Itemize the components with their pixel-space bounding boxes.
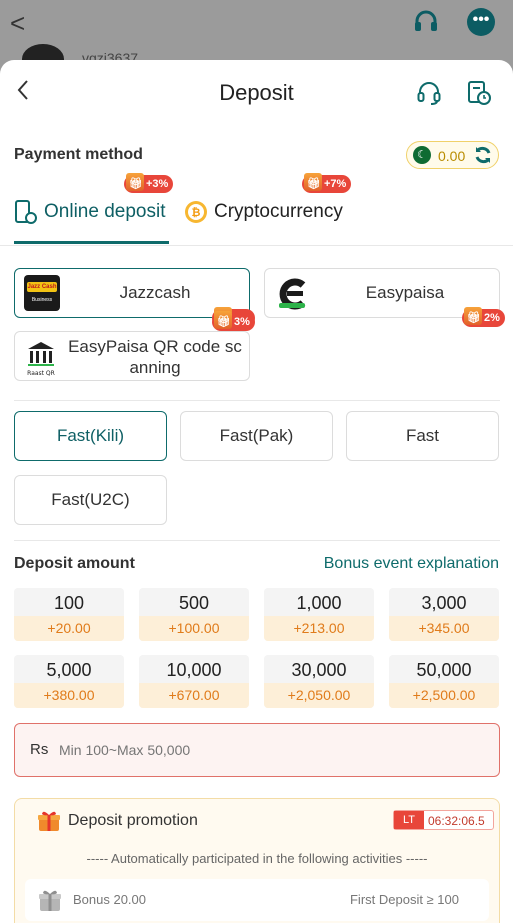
online-deposit-bonus-badge: 🎁︎ +3% xyxy=(124,173,174,193)
promotion-note: ----- Automatically participated in the … xyxy=(86,851,428,866)
amount-value: 5,000 xyxy=(46,660,92,680)
easypaisa-bonus-badge: 🎁︎ 2% xyxy=(462,307,505,327)
promotion-condition: First Deposit ≥ 100 xyxy=(349,892,459,907)
amount-bonus: +380.00 xyxy=(14,683,124,708)
easypaisa-qr-bonus-badge: 🎁︎ 3% xyxy=(212,311,255,331)
deposit-sheet: Deposit Payment method ☾ 0.00 Online dep… xyxy=(0,60,513,923)
amount-value: 30,000 xyxy=(291,660,347,680)
amount-option-30000[interactable]: 30,000 +2,050.00 xyxy=(264,655,374,708)
amount-value: 1,000 xyxy=(296,593,342,613)
payment-method-label: Payment method xyxy=(14,146,143,163)
amount-bonus: +213.00 xyxy=(264,616,374,641)
method-jazzcash-label: Jazzcash xyxy=(119,283,191,302)
amount-value: 3,000 xyxy=(421,593,467,613)
amount-option-100[interactable]: 100 +20.00 xyxy=(14,588,124,641)
channel-fast-pak[interactable]: Fast(Pak) xyxy=(180,411,333,461)
easypaisa-logo xyxy=(279,278,306,310)
raast-qr-logo: Raast QR xyxy=(27,342,55,377)
channel-fast-u2c[interactable]: Fast(U2C) xyxy=(14,475,167,525)
balance-amount: 0.00 xyxy=(438,148,466,164)
deposit-type-tabs: Online deposit 🎁︎ +3% ₿ Cryptocurrency 🎁︎… xyxy=(0,173,513,246)
top-bar: Deposit xyxy=(0,60,513,126)
gift-box-icon xyxy=(38,811,60,831)
amount-bonus: +2,500.00 xyxy=(389,683,499,708)
refresh-icon[interactable] xyxy=(473,145,493,165)
tab-cryptocurrency[interactable]: ₿ Cryptocurrency xyxy=(184,200,364,244)
bitcoin-icon: ₿ xyxy=(185,201,207,223)
cryptocurrency-bonus-badge: 🎁︎ +7% xyxy=(302,173,352,193)
svg-text:Raast QR: Raast QR xyxy=(27,370,55,377)
tab-online-deposit-label: Online deposit xyxy=(44,201,166,222)
amount-bonus: +100.00 xyxy=(139,616,249,641)
amount-value: 10,000 xyxy=(166,660,222,680)
divider xyxy=(14,400,500,401)
channel-fast-kili[interactable]: Fast(Kili) xyxy=(14,411,167,461)
amount-value: 100 xyxy=(53,593,85,613)
channel-fast[interactable]: Fast xyxy=(346,411,499,461)
amount-option-50000[interactable]: 50,000 +2,500.00 xyxy=(389,655,499,708)
amount-option-1000[interactable]: 1,000 +213.00 xyxy=(264,588,374,641)
promotion-timer: LT 06:32:06.5 xyxy=(393,810,494,830)
gift-icon xyxy=(39,890,61,911)
method-easypaisa-qr-label: EasyPaisa QR code sc anning xyxy=(68,337,242,377)
promotion-row: Bonus 20.00 First Deposit ≥ 100 xyxy=(25,879,489,921)
bonus-event-explanation-link[interactable]: Bonus event explanation xyxy=(324,555,499,573)
amount-value: 500 xyxy=(178,593,210,613)
amount-input-box: Rs xyxy=(14,723,500,777)
background-back-icon: < xyxy=(10,8,26,38)
amount-bonus: +20.00 xyxy=(14,616,124,641)
amount-option-10000[interactable]: 10,000 +670.00 xyxy=(139,655,249,708)
background-headset-icon xyxy=(415,10,437,31)
jazzcash-logo: Jazz Cash Business xyxy=(24,275,60,311)
amount-input[interactable] xyxy=(59,738,479,762)
method-easypaisa-qr[interactable]: Raast QR EasyPaisa QR code sc anning xyxy=(14,331,250,381)
divider xyxy=(14,540,500,541)
amount-bonus: +2,050.00 xyxy=(264,683,374,708)
method-easypaisa-label: Easypaisa xyxy=(365,283,445,302)
tab-cryptocurrency-label: Cryptocurrency xyxy=(214,201,343,222)
background-chat-icon: ••• xyxy=(467,8,495,36)
balance-pill: ☾ 0.00 xyxy=(406,141,499,169)
deposit-promotion-title: Deposit promotion xyxy=(68,812,198,829)
deposit-promotion-panel: Deposit promotion LT 06:32:06.5 ----- Au… xyxy=(14,798,500,923)
amount-bonus: +670.00 xyxy=(139,683,249,708)
limited-time-tag: LT xyxy=(394,811,424,829)
promotion-bonus: Bonus 20.00 xyxy=(73,892,147,907)
deposit-history-icon[interactable] xyxy=(466,80,492,106)
headset-icon[interactable] xyxy=(416,80,442,106)
amount-value: 50,000 xyxy=(416,660,472,680)
svg-text:₿: ₿ xyxy=(192,206,201,219)
countdown-value: 06:32:06.5 xyxy=(428,814,485,828)
amount-option-500[interactable]: 500 +100.00 xyxy=(139,588,249,641)
mobile-deposit-icon xyxy=(15,200,37,224)
tab-online-deposit[interactable]: Online deposit xyxy=(14,200,169,244)
amount-option-3000[interactable]: 3,000 +345.00 xyxy=(389,588,499,641)
pakistan-flag-icon: ☾ xyxy=(413,146,431,164)
amount-bonus: +345.00 xyxy=(389,616,499,641)
amount-option-5000[interactable]: 5,000 +380.00 xyxy=(14,655,124,708)
gift-icon: 🎁︎ xyxy=(129,178,143,190)
currency-label: Rs xyxy=(30,741,49,758)
